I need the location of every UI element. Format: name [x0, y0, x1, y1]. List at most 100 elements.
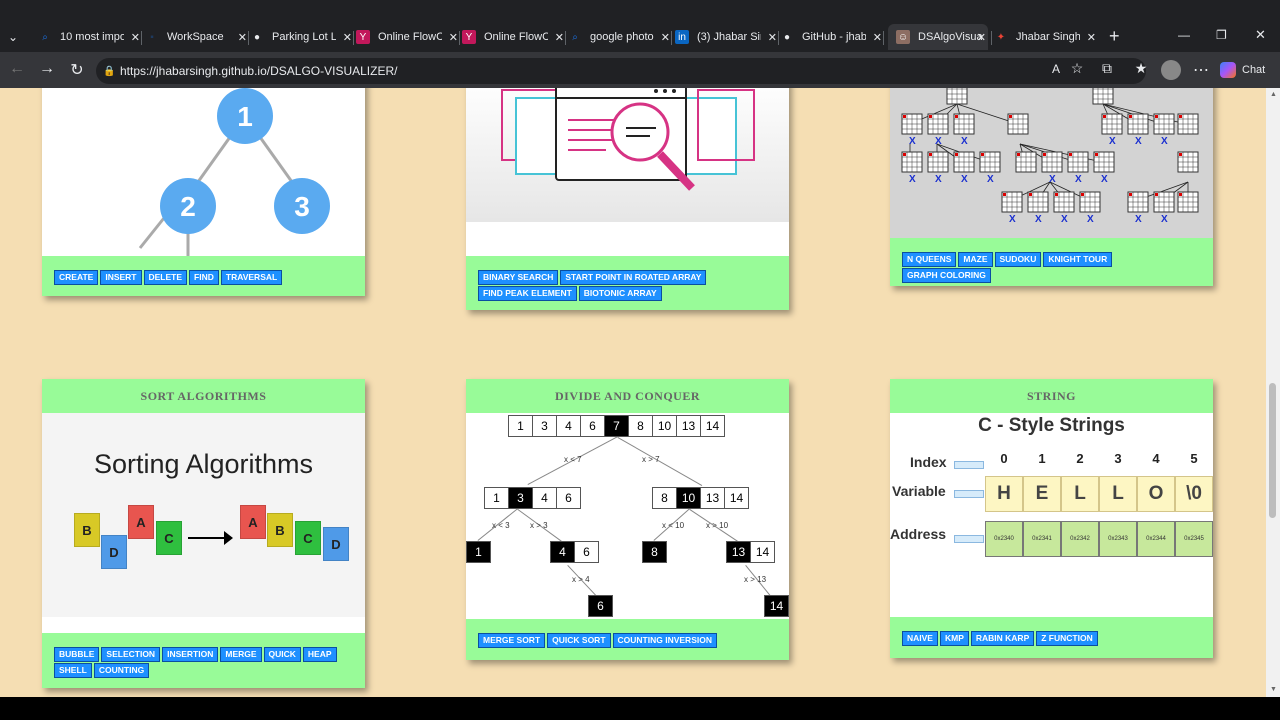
algorithm-chip[interactable]: SELECTION	[101, 647, 161, 662]
close-tab-icon[interactable]: ✕	[131, 31, 140, 44]
algorithm-chip[interactable]: TRAVERSAL	[220, 270, 283, 285]
divide-conquer-card[interactable]: DIVIDE AND CONQUER 1 3 4 6 7 8 10 13 14 x < 7x > …	[466, 379, 789, 660]
minimize-button[interactable]: —	[1178, 28, 1190, 42]
algorithm-chip[interactable]: N QUEENS	[902, 252, 957, 267]
algorithm-chip[interactable]: INSERTION	[162, 647, 219, 662]
algorithm-chip[interactable]: FIND PEAK ELEMENT	[478, 286, 577, 301]
browser-tab[interactable]: ⌕ 10 most impo ✕	[38, 26, 142, 48]
array-cell: 14	[764, 595, 789, 617]
sort-card[interactable]: SORT ALGORITHMS Sorting Algorithms BDACA…	[42, 379, 365, 688]
close-tab-icon[interactable]: ✕	[555, 31, 564, 44]
algorithm-chip[interactable]: QUICK	[263, 647, 301, 662]
scroll-down-icon[interactable]: ▼	[1270, 686, 1277, 693]
back-icon[interactable]: ←	[6, 60, 28, 78]
browser-tab[interactable]: Y Online FlowC ✕	[356, 26, 460, 48]
algorithm-chip[interactable]: KNIGHT TOUR	[1043, 252, 1113, 267]
tab-separator	[778, 31, 779, 45]
split-label: x < 10	[662, 521, 685, 530]
array-cell: 13	[726, 541, 751, 563]
split-label: x > 3	[530, 521, 548, 530]
algorithm-chip[interactable]: BUBBLE	[54, 647, 100, 662]
sort-image: Sorting Algorithms BDACABCD	[42, 413, 365, 617]
sort-image-blank	[42, 617, 365, 633]
url-input[interactable]: 🔒 https://jhabarsingh.github.io/DSALGO-V…	[96, 58, 1146, 84]
algorithm-chip[interactable]: INSERT	[100, 270, 142, 285]
algorithm-chip[interactable]: START POINT IN ROATED ARRAY	[560, 270, 707, 285]
arrow-right-icon	[224, 531, 233, 545]
profile-avatar[interactable]	[1161, 60, 1181, 80]
algorithm-chip[interactable]: SUDOKU	[994, 252, 1042, 267]
browser-tab[interactable]: in (3) Jhabar Sin ✕	[675, 26, 779, 48]
favorite-star-icon[interactable]: ☆	[1066, 60, 1088, 77]
fail-mark: X	[1135, 214, 1142, 225]
browser-tab[interactable]: ☺ DSAlgoVisual ✕	[888, 24, 988, 50]
algorithm-chip[interactable]: RABIN KARP	[970, 631, 1035, 646]
algorithm-chip[interactable]: MAZE	[958, 252, 993, 267]
forward-icon[interactable]: →	[36, 60, 58, 78]
browser-tab[interactable]: ⌕ google photo ✕	[568, 26, 672, 48]
scroll-up-icon[interactable]: ▲	[1270, 91, 1277, 98]
close-tab-icon[interactable]: ✕	[768, 31, 777, 44]
tab-search-chevron-icon[interactable]: ⌄	[8, 30, 18, 44]
array-cell: 1	[508, 415, 533, 437]
algorithm-chip[interactable]: COUNTING	[93, 663, 150, 678]
split-label: x > 7	[642, 455, 660, 464]
algorithm-chip[interactable]: DELETE	[143, 270, 188, 285]
scrollbar-thumb[interactable]	[1269, 383, 1276, 518]
chess-board	[1177, 191, 1199, 213]
algorithm-chip[interactable]: MERGE	[220, 647, 262, 662]
algorithm-chip[interactable]: SHELL	[54, 663, 92, 678]
arrow-right-icon	[954, 490, 984, 498]
sort-block: C	[295, 521, 321, 555]
algorithm-chip[interactable]: HEAP	[302, 647, 337, 662]
arrow-right-icon	[954, 535, 984, 543]
algorithm-chip[interactable]: KMP	[939, 631, 969, 646]
close-tab-icon[interactable]: ✕	[977, 31, 986, 44]
n-queens-tree: X X X X X X X X X X X X X X X X X X X	[901, 88, 1199, 225]
close-tab-icon[interactable]: ✕	[238, 31, 247, 44]
search-card[interactable]: BINARY SEARCH START POINT IN ROATED ARRAY…	[466, 88, 789, 310]
algorithm-chip[interactable]: BIOTONIC ARRAY	[578, 286, 662, 301]
fail-mark: X	[1161, 136, 1168, 147]
tree-card[interactable]: 1 2 3 CREATE INSERT DELETE FIND TRAVERSAL	[42, 88, 365, 296]
backtracking-card[interactable]: X X X X X X X X X X X X X X X X X X X N QUEENS MAZE SUDOKU KN…	[890, 88, 1213, 286]
browser-tab[interactable]: ● Parking Lot Ll ✕	[250, 26, 354, 48]
copilot-chat-button[interactable]: Chat	[1220, 59, 1265, 81]
browser-tab[interactable]: Y Online FlowC ✕	[462, 26, 566, 48]
tree-node: 1	[217, 88, 273, 144]
close-tab-icon[interactable]: ✕	[1087, 31, 1096, 44]
favorites-icon[interactable]: ★	[1130, 60, 1152, 77]
maximize-button[interactable]: ❐	[1216, 28, 1227, 42]
site-info-icon[interactable]: 🔒	[103, 66, 115, 77]
algorithm-chip[interactable]: Z FUNCTION	[1036, 631, 1098, 646]
algorithm-chip[interactable]: BINARY SEARCH	[478, 270, 559, 285]
algorithm-chip[interactable]: COUNTING INVERSION	[612, 633, 717, 648]
array-cell: 14	[700, 415, 725, 437]
algorithm-chip[interactable]: MERGE SORT	[478, 633, 546, 648]
more-menu-icon[interactable]: ⋯	[1190, 60, 1212, 80]
algorithm-chip[interactable]: GRAPH COLORING	[902, 268, 991, 283]
close-tab-icon[interactable]: ✕	[449, 31, 458, 44]
close-tab-icon[interactable]: ✕	[661, 31, 670, 44]
algorithm-chip[interactable]: NAIVE	[902, 631, 938, 646]
close-tab-icon[interactable]: ✕	[343, 31, 352, 44]
close-tab-icon[interactable]: ✕	[873, 31, 882, 44]
array-cell: 6	[556, 487, 581, 509]
sort-block: D	[101, 535, 127, 569]
browser-tab[interactable]: ▪ WorkSpace ✕	[145, 26, 249, 48]
extensions-icon[interactable]: ⧉	[1096, 60, 1118, 77]
browser-tab[interactable]: ✦ Jhabar Singh ✕	[994, 26, 1098, 48]
tab-title: Online FlowC	[484, 31, 548, 43]
svg-text:3: 3	[294, 191, 310, 222]
tab-separator	[991, 31, 992, 45]
browser-tab[interactable]: ● GitHub - jhab ✕	[780, 26, 884, 48]
reload-icon[interactable]: ↻	[66, 60, 88, 80]
fail-mark: X	[935, 174, 942, 185]
read-aloud-icon[interactable]: A	[1045, 62, 1067, 76]
algorithm-chip[interactable]: CREATE	[54, 270, 99, 285]
close-window-button[interactable]: ✕	[1255, 27, 1266, 43]
algorithm-chip[interactable]: QUICK SORT	[547, 633, 611, 648]
algorithm-chip[interactable]: FIND	[189, 270, 219, 285]
string-card[interactable]: STRING C - Style Strings Index Variable …	[890, 379, 1213, 658]
new-tab-button[interactable]: +	[1109, 26, 1120, 47]
